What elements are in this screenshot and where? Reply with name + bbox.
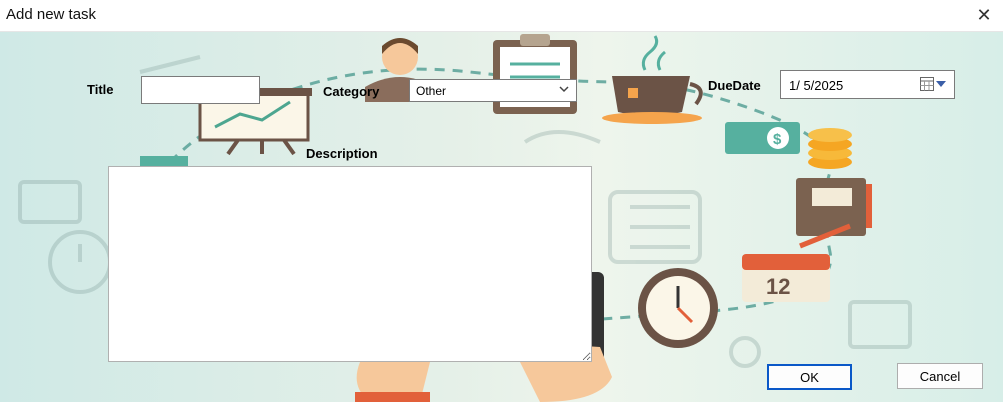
title-label: Title (87, 82, 114, 97)
svg-text:$: $ (773, 131, 782, 148)
duedate-picker[interactable]: 1/ 5/2025 (780, 70, 955, 99)
description-textarea[interactable] (108, 166, 592, 362)
category-dropdown[interactable]: Other (409, 79, 577, 102)
calendar-dropdown-icon[interactable] (920, 77, 946, 91)
window-title: Add new task (6, 6, 97, 23)
title-bar: Add new task ✕ (0, 0, 1003, 32)
category-label: Category (323, 84, 380, 99)
dialog-client-area: $ 12 Title Category Other DueDate 1/ 5/2… (0, 32, 1003, 402)
svg-text:12: 12 (766, 274, 790, 299)
close-icon[interactable]: ✕ (969, 0, 999, 30)
duedate-label: DueDate (708, 78, 761, 93)
chevron-down-icon[interactable] (558, 83, 570, 98)
duedate-value: 1/ 5/2025 (789, 78, 844, 93)
cancel-button[interactable]: Cancel (897, 363, 983, 389)
title-input[interactable] (141, 76, 260, 104)
description-label: Description (306, 146, 378, 161)
ok-button[interactable]: OK (767, 364, 852, 390)
category-selected-value: Other (416, 84, 447, 98)
